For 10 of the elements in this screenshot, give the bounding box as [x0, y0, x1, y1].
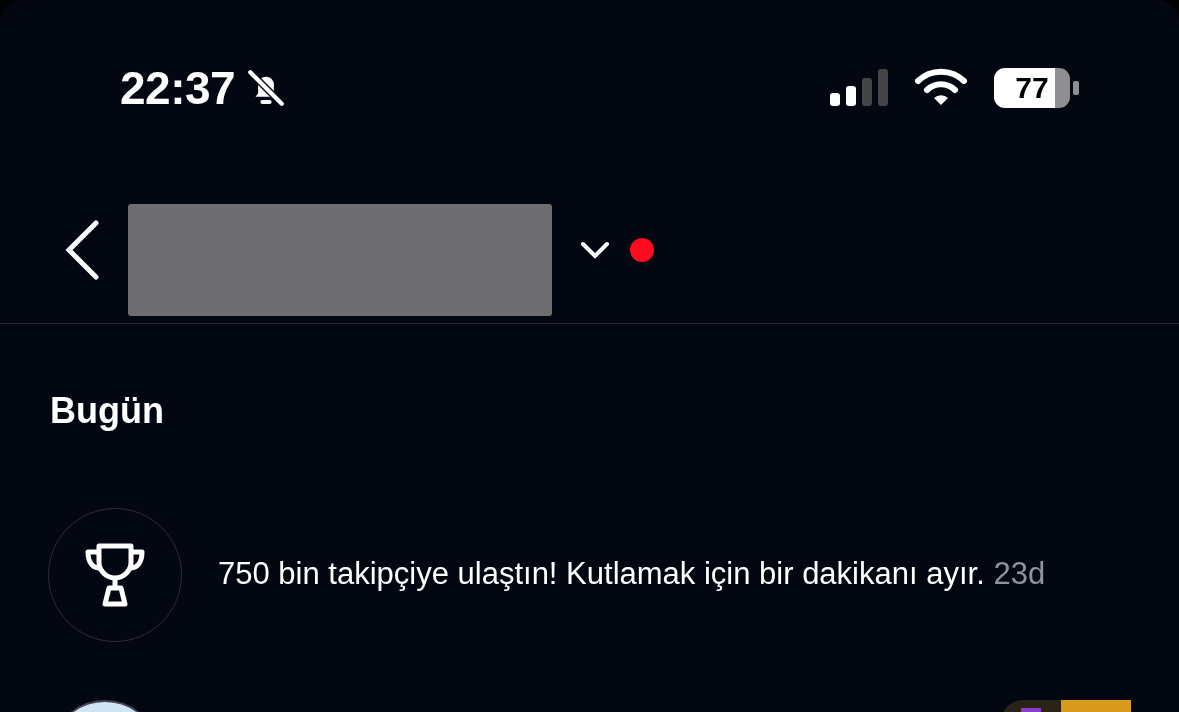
chevron-down-icon[interactable]	[580, 240, 610, 259]
wifi-icon	[914, 68, 968, 108]
back-icon[interactable]	[64, 218, 100, 281]
trophy-icon	[83, 542, 147, 608]
signal-icon	[830, 69, 888, 107]
battery-level: 77	[1015, 71, 1049, 105]
battery-cap-icon	[1073, 81, 1079, 95]
notification-text[interactable]: 750 bin takipçiye ulaştın! Kutlamak için bir dakikanı ayır. 23d	[218, 551, 1046, 595]
status-time: 22:37	[120, 61, 236, 115]
section-title: Bugün	[49, 389, 165, 432]
